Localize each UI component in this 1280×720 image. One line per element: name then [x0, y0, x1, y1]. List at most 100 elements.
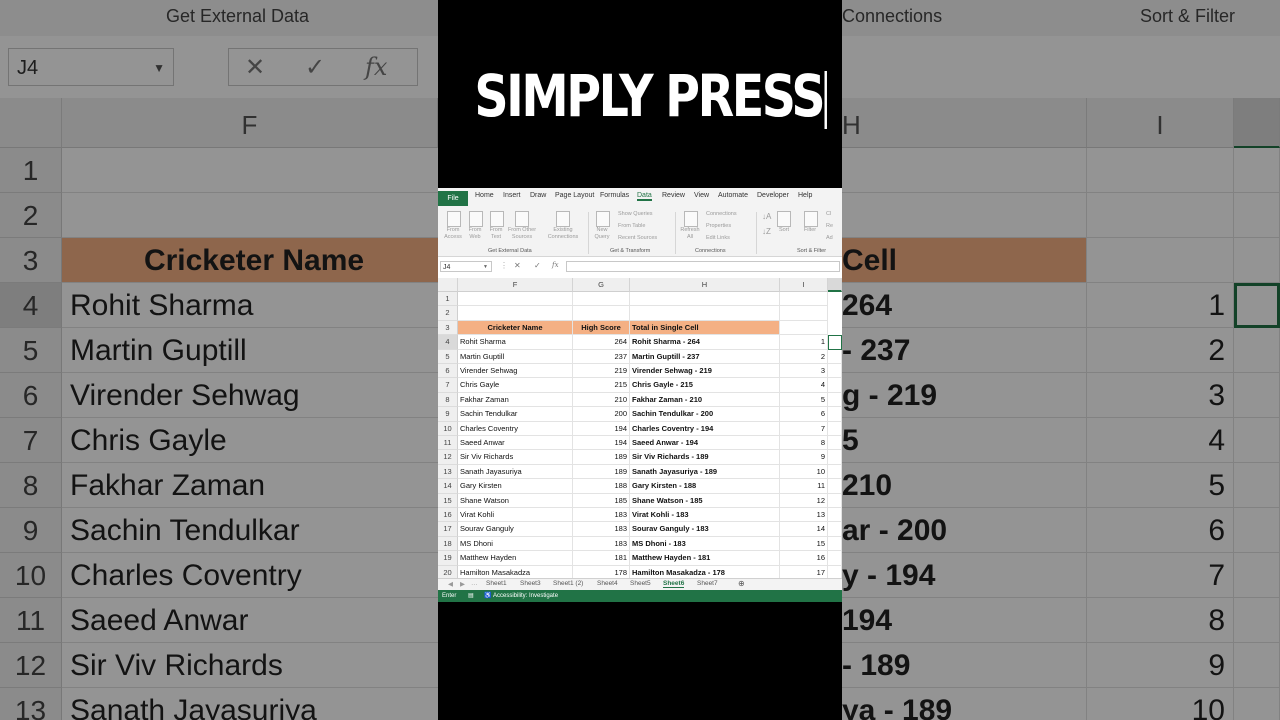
header-cricketer-name[interactable]: Cricketer Name: [458, 320, 573, 336]
serial-number-cell[interactable]: 9: [780, 450, 828, 465]
high-score-cell[interactable]: 183: [573, 522, 630, 537]
tab-automate[interactable]: Automate: [718, 192, 748, 199]
name-box[interactable]: J4 ▼: [440, 261, 492, 272]
clear-filter-button[interactable]: Cl: [826, 211, 831, 218]
sheet-tab[interactable]: Sheet1: [486, 580, 507, 587]
cell[interactable]: [828, 364, 842, 379]
cricketer-name-cell[interactable]: Sanath Jayasuriya: [458, 464, 573, 480]
serial-number-cell[interactable]: 13: [780, 508, 828, 523]
col-header-i[interactable]: I: [780, 278, 828, 292]
row-header[interactable]: 2: [438, 306, 458, 321]
row-header[interactable]: 5: [438, 349, 458, 364]
cell[interactable]: [828, 536, 842, 552]
cell[interactable]: [828, 551, 842, 566]
row-header[interactable]: 18: [438, 536, 458, 552]
cell[interactable]: [458, 292, 573, 307]
cell[interactable]: [828, 407, 842, 422]
serial-number-cell[interactable]: 5: [780, 392, 828, 408]
enter-icon[interactable]: ✓: [534, 261, 541, 270]
cell[interactable]: [630, 292, 780, 307]
total-single-cell[interactable]: Charles Coventry - 194: [630, 421, 780, 436]
total-single-cell[interactable]: Virender Sehwag - 219: [630, 364, 780, 379]
tab-view[interactable]: View: [694, 192, 709, 199]
from-table-button[interactable]: From Table: [618, 223, 645, 230]
recent-sources-button[interactable]: Recent Sources: [618, 235, 657, 242]
serial-number-cell[interactable]: 16: [780, 551, 828, 566]
total-single-cell[interactable]: Chris Gayle - 215: [630, 378, 780, 393]
connections-button[interactable]: Connections: [706, 211, 737, 218]
row-header[interactable]: 10: [438, 421, 458, 436]
row-header[interactable]: 6: [438, 364, 458, 379]
col-header-f[interactable]: F: [458, 278, 573, 292]
refresh-icon[interactable]: [684, 211, 698, 227]
total-single-cell[interactable]: MS Dhoni - 183: [630, 536, 780, 552]
from-access-button[interactable]: From Access: [441, 227, 465, 241]
cricketer-name-cell[interactable]: Rohit Sharma: [458, 335, 573, 350]
total-single-cell[interactable]: Sanath Jayasuriya - 189: [630, 464, 780, 480]
high-score-cell[interactable]: 194: [573, 421, 630, 436]
cricketer-name-cell[interactable]: Gary Kirsten: [458, 479, 573, 494]
macro-record-icon[interactable]: ▤: [468, 590, 474, 602]
web-icon[interactable]: [469, 211, 483, 227]
cricketer-name-cell[interactable]: Chris Gayle: [458, 378, 573, 393]
high-score-cell[interactable]: 194: [573, 436, 630, 451]
header-total-single-cell[interactable]: Total in Single Cell: [630, 320, 780, 336]
properties-button[interactable]: Properties: [706, 223, 731, 230]
cell[interactable]: [828, 349, 842, 364]
total-single-cell[interactable]: Martin Guptill - 237: [630, 349, 780, 364]
high-score-cell[interactable]: 189: [573, 464, 630, 480]
tab-data[interactable]: Data: [637, 192, 652, 201]
cricketer-name-cell[interactable]: Saeed Anwar: [458, 436, 573, 451]
cell[interactable]: [828, 450, 842, 465]
sort-icon[interactable]: [777, 211, 791, 227]
advanced-filter-button[interactable]: Ad: [826, 235, 833, 242]
sheet-tab[interactable]: Sheet4: [597, 580, 618, 587]
cell[interactable]: [828, 508, 842, 523]
total-single-cell[interactable]: Sourav Ganguly - 183: [630, 522, 780, 537]
serial-number-cell[interactable]: 12: [780, 493, 828, 508]
sheet-tab[interactable]: Sheet1 (2): [553, 580, 583, 587]
serial-number-cell[interactable]: 6: [780, 407, 828, 422]
tab-developer[interactable]: Developer: [757, 192, 789, 199]
more-options-icon[interactable]: ⋮: [500, 261, 508, 270]
serial-number-cell[interactable]: 7: [780, 421, 828, 436]
cell[interactable]: [828, 565, 842, 578]
sheet-tab[interactable]: Sheet7: [697, 580, 718, 587]
total-single-cell[interactable]: Shane Watson - 185: [630, 493, 780, 508]
col-header-h[interactable]: H: [630, 278, 780, 292]
tab-page-layout[interactable]: Page Layout: [555, 192, 594, 199]
total-single-cell[interactable]: Sachin Tendulkar - 200: [630, 407, 780, 422]
total-single-cell[interactable]: Virat Kohli - 183: [630, 508, 780, 523]
cricketer-name-cell[interactable]: MS Dhoni: [458, 536, 573, 552]
total-single-cell[interactable]: Rohit Sharma - 264: [630, 335, 780, 350]
cell[interactable]: [780, 306, 828, 321]
cell[interactable]: [828, 464, 842, 480]
high-score-cell[interactable]: 215: [573, 378, 630, 393]
high-score-cell[interactable]: 189: [573, 450, 630, 465]
total-single-cell[interactable]: Fakhar Zaman - 210: [630, 392, 780, 408]
cricketer-name-cell[interactable]: Virat Kohli: [458, 508, 573, 523]
row-header[interactable]: 1: [438, 292, 458, 307]
refresh-all-button[interactable]: Refresh All: [678, 227, 702, 241]
access-icon[interactable]: [447, 211, 461, 227]
add-sheet-icon[interactable]: ⊕: [738, 579, 745, 588]
filter-button[interactable]: Filter: [799, 227, 821, 234]
tab-file[interactable]: File: [438, 191, 468, 206]
cricketer-name-cell[interactable]: Shane Watson: [458, 493, 573, 508]
sheet-tab[interactable]: Sheet5: [630, 580, 651, 587]
formula-input[interactable]: [566, 261, 840, 272]
cell[interactable]: [573, 292, 630, 307]
cricketer-name-cell[interactable]: Sourav Ganguly: [458, 522, 573, 537]
row-header[interactable]: 3: [438, 320, 458, 336]
serial-number-cell[interactable]: 8: [780, 436, 828, 451]
cell[interactable]: [828, 493, 842, 508]
sort-az-icon[interactable]: ↓A: [762, 213, 771, 221]
row-header[interactable]: 16: [438, 508, 458, 523]
row-header[interactable]: 14: [438, 479, 458, 494]
high-score-cell[interactable]: 210: [573, 392, 630, 408]
row-header[interactable]: 7: [438, 378, 458, 393]
sheet-tab[interactable]: Sheet3: [520, 580, 541, 587]
cricketer-name-cell[interactable]: Charles Coventry: [458, 421, 573, 436]
high-score-cell[interactable]: 181: [573, 551, 630, 566]
row-header[interactable]: 19: [438, 551, 458, 566]
